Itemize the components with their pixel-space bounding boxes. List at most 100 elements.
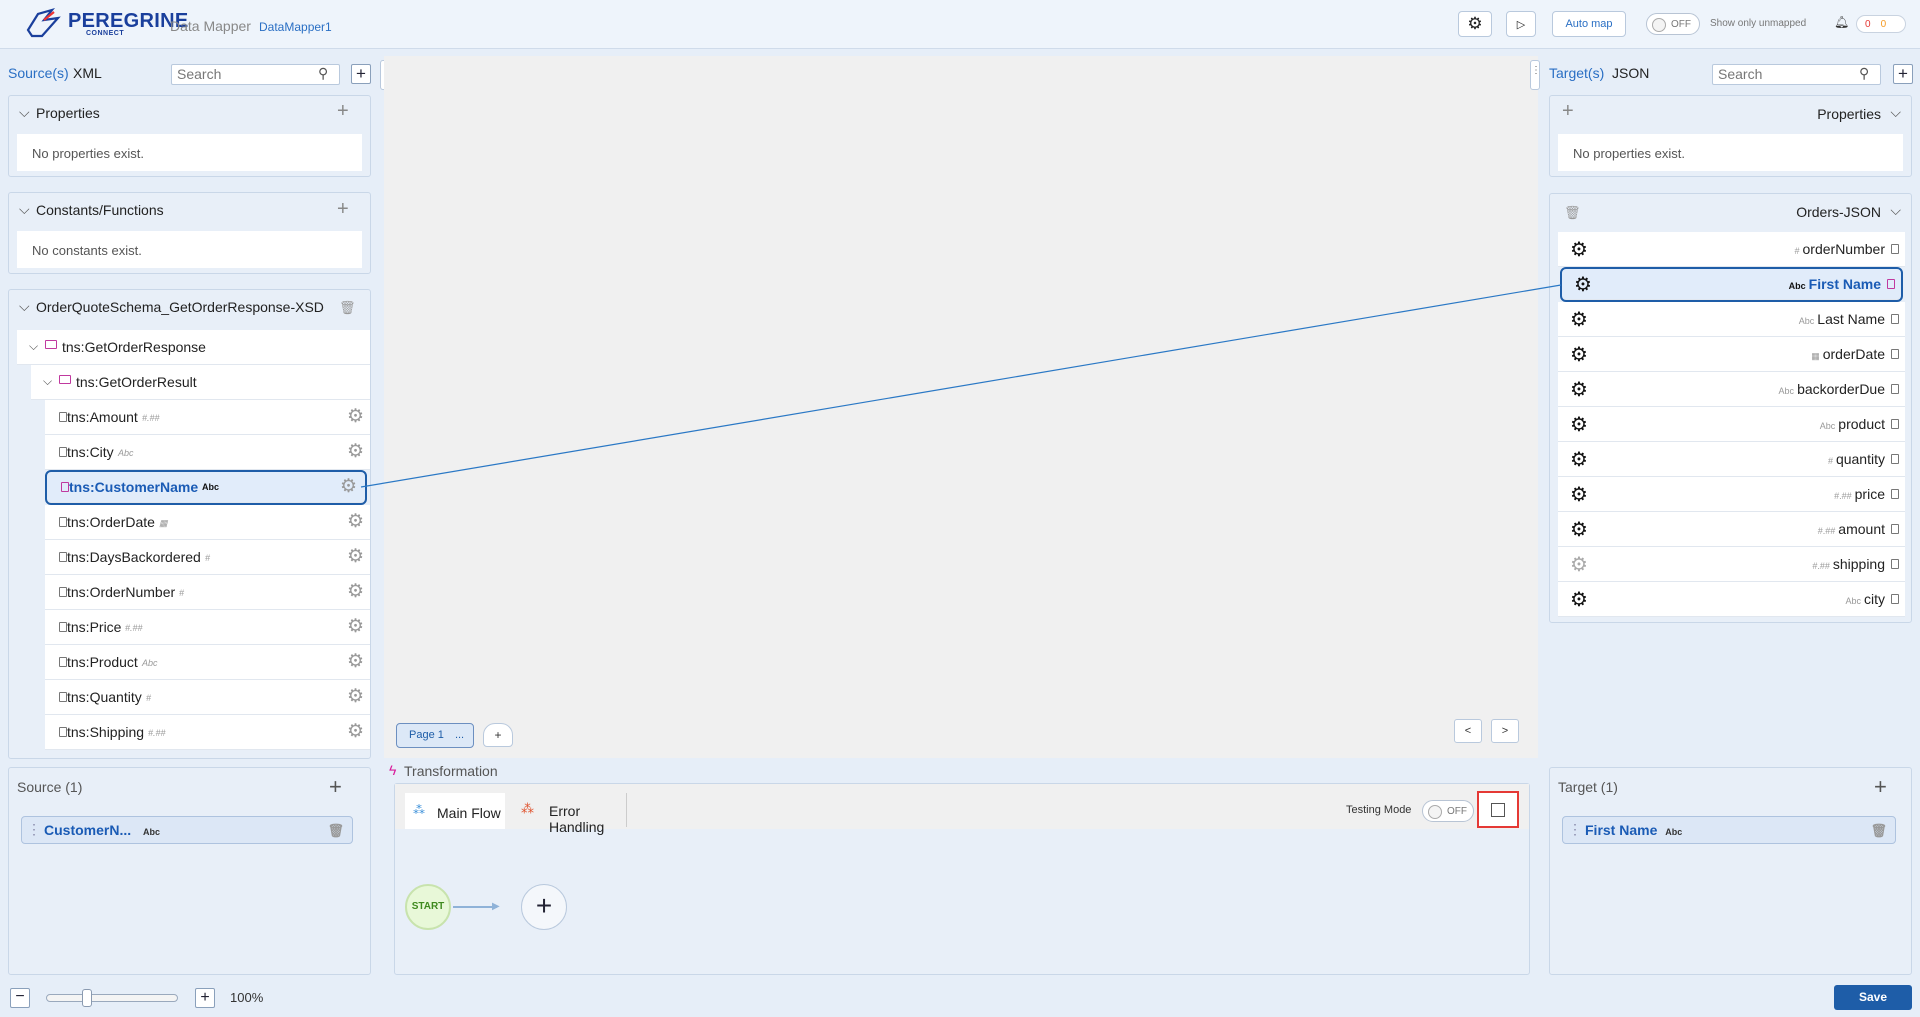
source-field-row[interactable]: tns:Product Abc ⚙ [45,645,370,680]
chevron-down-icon[interactable]: ⌵ [1890,104,1901,121]
gear-icon[interactable]: ⚙ [347,615,364,638]
chevron-down-icon[interactable]: ⌵ [29,339,38,354]
target-field-row[interactable]: ⚙ #.## amount [1558,512,1905,547]
add-constant-button[interactable]: + [337,198,349,221]
field-label: quantity [1835,451,1885,467]
gear-icon[interactable]: ⚙ [1570,342,1588,367]
transformation-title: Transformation [404,763,498,779]
mapping-canvas[interactable] [384,56,1538,758]
add-page-button[interactable]: + [483,723,513,747]
tree-node-result[interactable]: ⌵ tns:GetOrderResult [31,365,370,400]
source-field-row[interactable]: tns:OrderDate ▦ ⚙ [45,505,370,540]
add-property-button[interactable]: + [1562,100,1574,123]
target-field-row[interactable]: ⚙ #.## price [1558,477,1905,512]
testing-mode-toggle[interactable]: OFF [1422,800,1474,822]
zoom-in-button[interactable]: + [195,988,215,1008]
settings-button[interactable]: ⚙ [1458,11,1492,37]
page-tab-more-button[interactable]: ... [455,729,464,741]
remove-target-trash-icon[interactable]: 🗑︎ [1870,823,1887,839]
bell-icon[interactable]: 🔔︎ [1834,15,1849,29]
gear-icon[interactable]: ⚙ [347,650,364,673]
source-field-row[interactable]: tns:Amount #.## ⚙ [45,400,370,435]
gear-icon[interactable]: ⚙ [1570,447,1588,472]
source-chip[interactable]: ⋮ CustomerN... Abc 🗑︎ [21,816,353,844]
gear-icon[interactable]: ⚙ [347,510,364,533]
next-page-button[interactable]: > [1491,719,1519,743]
target-field-row[interactable]: ⚙ ▦ orderDate [1558,337,1905,372]
add-target-mapping-button[interactable]: + [1874,774,1887,800]
tree-node-root[interactable]: ⌵ tns:GetOrderResponse [17,330,370,365]
target-field-row[interactable]: ⚙ Abc product [1558,407,1905,442]
gear-icon[interactable]: ⚙ [347,405,364,428]
gear-icon[interactable]: ⚙ [1570,412,1588,437]
page-tab[interactable]: Page 1 ... [396,723,474,748]
gear-icon[interactable]: ⚙ [347,720,364,743]
target-field-row[interactable]: ⚙ Abc First Name [1560,267,1903,302]
target-field-row[interactable]: ⚙ Abc Last Name [1558,302,1905,337]
chevron-down-icon[interactable]: ⌵ [19,298,30,315]
target-search-input[interactable]: Search [1712,64,1881,85]
start-node[interactable]: START [405,884,451,930]
gear-icon[interactable]: ⚙ [1570,237,1588,262]
file-icon [59,692,67,702]
target-chip[interactable]: ⋮ First Name Abc 🗑︎ [1562,816,1896,844]
delete-schema-trash-icon[interactable]: 🗑︎ [1564,205,1581,221]
target-field-row[interactable]: ⚙ Abc city [1558,582,1905,617]
tab-main-flow[interactable]: ⁂ Main Flow [405,793,505,829]
add-property-button[interactable]: + [337,100,349,123]
file-name[interactable]: DataMapper1 [259,20,332,34]
source-search-input[interactable]: Search [171,64,340,85]
source-field-row[interactable]: tns:CustomerName Abc ⚙ [45,470,367,505]
source-field-row[interactable]: tns:DaysBackordered # ⚙ [45,540,370,575]
file-icon [1891,314,1899,324]
gear-icon[interactable]: ⚙ [1570,482,1588,507]
chevron-down-icon[interactable]: ⌵ [19,104,30,121]
file-icon [1891,524,1899,534]
gear-icon[interactable]: ⚙ [347,580,364,603]
gear-icon[interactable]: ⚙ [347,685,364,708]
run-button[interactable]: ▷ [1506,11,1536,37]
expand-button[interactable] [1477,791,1519,828]
gear-icon[interactable]: ⚙ [347,545,364,568]
remove-source-trash-icon[interactable]: 🗑︎ [327,823,344,839]
add-source-button[interactable]: + [351,64,371,84]
drag-handle-icon[interactable]: ⋮ [1568,821,1582,838]
gear-icon[interactable]: ⚙ [347,440,364,463]
target-field-row[interactable]: ⚙ #.## shipping [1558,547,1905,582]
target-field-row[interactable]: ⚙ # quantity [1558,442,1905,477]
zoom-slider-thumb[interactable] [81,989,92,1007]
zoom-out-button[interactable]: − [10,988,30,1008]
add-source-mapping-button[interactable]: + [329,774,342,800]
gear-icon[interactable]: ⚙ [1570,307,1588,332]
delete-schema-trash-icon[interactable]: 🗑︎ [339,300,356,316]
target-field-row[interactable]: ⚙ Abc backorderDue [1558,372,1905,407]
source-field-row[interactable]: tns:Quantity # ⚙ [45,680,370,715]
source-field-row[interactable]: tns:City Abc ⚙ [45,435,370,470]
target-field-row[interactable]: ⚙ # orderNumber [1558,232,1905,267]
source-field-row[interactable]: tns:OrderNumber # ⚙ [45,575,370,610]
drag-handle-icon[interactable]: ⋮ [27,821,41,838]
gear-icon[interactable]: ⚙ [1570,587,1588,612]
prev-page-button[interactable]: < [1454,719,1482,743]
gear-icon[interactable]: ⚙ [1570,517,1588,542]
chevron-down-icon[interactable]: ⌵ [43,374,52,389]
add-target-button[interactable]: + [1893,64,1913,84]
chevron-down-icon[interactable]: ⌵ [1890,202,1901,219]
auto-map-button[interactable]: Auto map [1552,11,1626,37]
gear-icon[interactable]: ⚙ [1570,552,1588,577]
gear-icon[interactable]: ⚙ [1574,272,1592,297]
add-step-button[interactable]: + [521,884,567,930]
field-type: #.## [125,623,143,633]
save-button[interactable]: Save [1834,985,1912,1010]
zoom-slider[interactable] [46,989,178,1007]
tab-error-handling[interactable]: ⁂ Error Handling [507,793,627,835]
gear-icon[interactable]: ⚙ [1570,377,1588,402]
source-field-row[interactable]: tns:Shipping #.## ⚙ [45,715,370,750]
target-drag-handle[interactable]: ⋮ [1530,60,1541,90]
show-unmapped-toggle[interactable]: OFF [1646,13,1700,35]
chevron-down-icon[interactable]: ⌵ [19,201,30,218]
notification-counts[interactable]: 0 0 [1856,15,1906,33]
gear-icon[interactable]: ⚙ [340,475,357,498]
field-type: Abc [118,448,134,458]
source-field-row[interactable]: tns:Price #.## ⚙ [45,610,370,645]
